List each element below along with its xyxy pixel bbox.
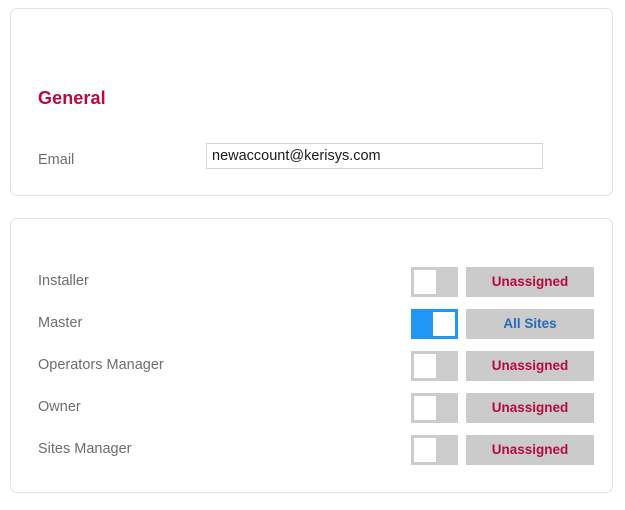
role-row: Sites Manager Unassigned — [11, 429, 612, 471]
role-label: Operators Manager — [38, 357, 164, 373]
toggle-knob — [414, 438, 436, 462]
toggle-knob — [414, 396, 436, 420]
role-status-button[interactable]: Unassigned — [466, 267, 594, 297]
role-label: Sites Manager — [38, 441, 132, 457]
general-card: General Email — [10, 8, 613, 196]
role-toggle-switch[interactable] — [411, 351, 458, 381]
role-status-button[interactable]: Unassigned — [466, 351, 594, 381]
toggle-knob — [433, 312, 455, 336]
role-row: Master All Sites — [11, 303, 612, 345]
page-title: General — [38, 88, 106, 108]
role-label: Installer — [38, 273, 89, 289]
toggle-knob — [414, 354, 436, 378]
role-row: Operators Manager Unassigned — [11, 345, 612, 387]
role-status-button[interactable]: All Sites — [466, 309, 594, 339]
role-label: Master — [38, 315, 83, 331]
email-field-row: Email — [11, 143, 612, 177]
toggle-knob — [414, 270, 436, 294]
roles-card: Installer Unassigned Master All Sites Operat… — [10, 218, 613, 493]
role-row: Owner Unassigned — [11, 387, 612, 429]
roles-list: Installer Unassigned Master All Sites Operat… — [11, 261, 612, 471]
role-toggle-switch[interactable] — [411, 393, 458, 423]
role-toggle-switch[interactable] — [411, 267, 458, 297]
role-label: Owner — [38, 399, 81, 415]
account-settings-page: General Email Installer Unassigned Master A… — [0, 0, 625, 510]
email-field[interactable] — [206, 143, 543, 169]
role-status-button[interactable]: Unassigned — [466, 435, 594, 465]
email-label: Email — [38, 152, 75, 168]
role-status-button[interactable]: Unassigned — [466, 393, 594, 423]
role-toggle-switch[interactable] — [411, 309, 458, 339]
role-row: Installer Unassigned — [11, 261, 612, 303]
role-toggle-switch[interactable] — [411, 435, 458, 465]
